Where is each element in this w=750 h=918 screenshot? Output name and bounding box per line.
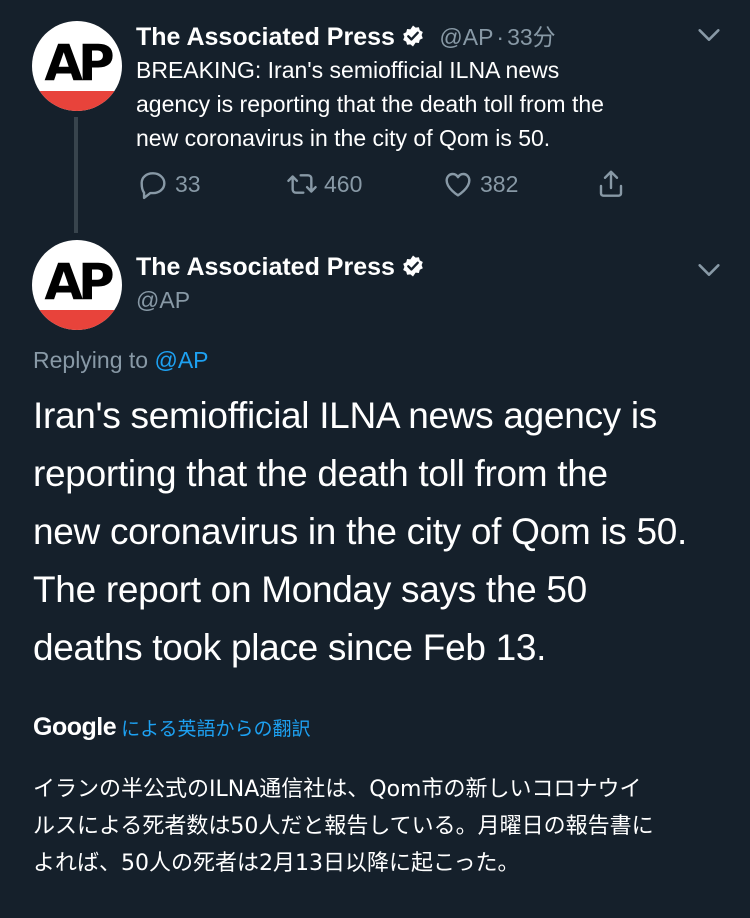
retweet-icon	[287, 174, 317, 194]
ap-logo: AP	[44, 253, 114, 311]
tweet1-handle[interactable]: @AP	[439, 24, 493, 50]
replying-to-label: Replying to	[33, 347, 149, 373]
tweet1-text-line: new coronavirus in the city of Qom is 50…	[136, 125, 551, 151]
reply-button[interactable]: 33	[137, 166, 201, 202]
reply-icon	[140, 172, 166, 200]
tweet2-body: Iran's semiofficial ILNA news agency is …	[33, 387, 743, 677]
tweet2-text-line: deaths took place since Feb 13.	[33, 627, 547, 668]
translated-text-line: よれば、50人の死者は2月13日以降に起こった。	[33, 851, 520, 876]
tweet2-handle[interactable]: @AP	[136, 287, 190, 314]
tweet1-avatar[interactable]: AP	[32, 21, 122, 111]
verified-badge-icon	[403, 255, 423, 277]
translated-text: イランの半公式のILNA通信社は、Qom市の新しいコロナウイ ルスによる死者数は…	[33, 771, 745, 882]
like-count: 382	[480, 170, 519, 197]
ap-logo-stripe	[32, 91, 122, 111]
tweet2-header: The Associated Press	[136, 253, 425, 282]
chevron-down-icon[interactable]	[695, 21, 723, 49]
like-icon	[445, 172, 471, 197]
tweet2-text-line: Iran's semiofficial ILNA news agency is	[33, 395, 657, 436]
google-logo: Google	[33, 713, 117, 741]
reply-count: 33	[175, 170, 201, 197]
tweet1-timestamp[interactable]: 33分	[507, 24, 556, 50]
retweet-button[interactable]: 460	[286, 166, 362, 202]
ap-logo-stripe	[32, 310, 122, 330]
share-button[interactable]	[595, 166, 633, 202]
thread-connector-line	[74, 117, 78, 233]
tweet1-body: BREAKING: Iran's semiofficial ILNA news …	[136, 53, 736, 155]
chevron-down-icon[interactable]	[695, 256, 723, 284]
replying-to-handle-link[interactable]: @AP	[154, 347, 208, 373]
tweet1-author-name[interactable]: The Associated Press	[136, 23, 395, 51]
meta-separator: ·	[496, 24, 505, 50]
tweet2-text-line: The report on Monday says the 50	[33, 569, 587, 610]
tweet1-text-line: BREAKING: Iran's semiofficial ILNA news	[136, 57, 560, 83]
replying-to-line: Replying to @AP	[33, 347, 209, 374]
tweet2-text-line: reporting that the death toll from the	[33, 453, 608, 494]
share-icon	[599, 170, 623, 197]
translated-text-line: イランの半公式のILNA通信社は、Qom市の新しいコロナウイ	[33, 777, 642, 802]
ap-logo: AP	[44, 34, 114, 92]
translated-text-line: ルスによる死者数は50人だと報告している。月曜日の報告書に	[33, 814, 654, 839]
retweet-count: 460	[324, 170, 363, 197]
translation-attribution[interactable]: Google による英語からの翻訳	[33, 713, 311, 742]
tweet2-author-name[interactable]: The Associated Press	[136, 253, 395, 281]
tweet2-avatar[interactable]: AP	[32, 240, 122, 330]
tweet1-header: The Associated Press @AP · 33分	[136, 18, 556, 52]
tweet1-text-line: agency is reporting that the death toll …	[136, 91, 604, 117]
tweet2-text-line: new coronavirus in the city of Qom is 50…	[33, 511, 687, 552]
translation-link[interactable]: による英語からの翻訳	[121, 714, 310, 741]
verified-badge-icon	[403, 25, 423, 47]
like-button[interactable]: 382	[442, 166, 518, 202]
